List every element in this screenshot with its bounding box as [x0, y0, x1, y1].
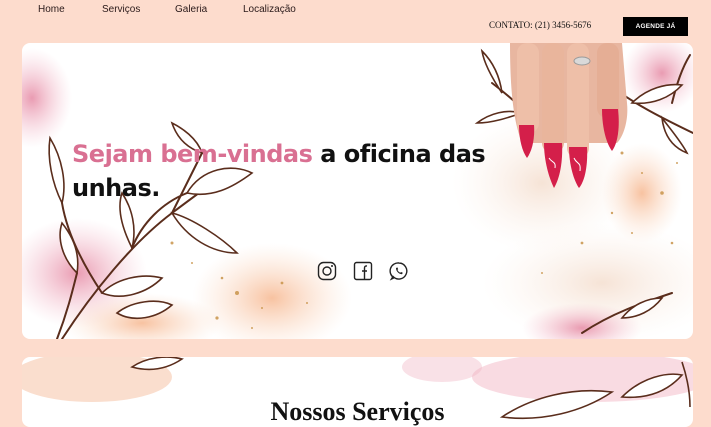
- book-now-button[interactable]: AGENDE JÁ: [623, 17, 688, 36]
- contact-phone: CONTATO: (21) 3456-5676: [489, 20, 592, 30]
- nav-galeria[interactable]: Galeria: [175, 4, 207, 15]
- hero-banner: Sejam bem-vindas a oficina das unhas.: [22, 43, 693, 339]
- hero-headline: Sejam bem-vindas a oficina das unhas.: [72, 137, 492, 205]
- social-links: [317, 261, 409, 281]
- facebook-icon[interactable]: [353, 261, 373, 281]
- top-bar: Home Serviços Galeria Localização CONTAT…: [0, 0, 711, 40]
- headline-accent: Sejam bem-vindas: [72, 140, 313, 169]
- nav-servicos[interactable]: Serviços: [102, 4, 140, 15]
- whatsapp-icon[interactable]: [389, 261, 409, 281]
- nav-home[interactable]: Home: [38, 4, 65, 15]
- services-section: Nossos Serviços: [22, 357, 693, 427]
- services-title: Nossos Serviços: [270, 396, 445, 426]
- instagram-icon[interactable]: [317, 261, 337, 281]
- nav-localizacao[interactable]: Localização: [243, 4, 296, 15]
